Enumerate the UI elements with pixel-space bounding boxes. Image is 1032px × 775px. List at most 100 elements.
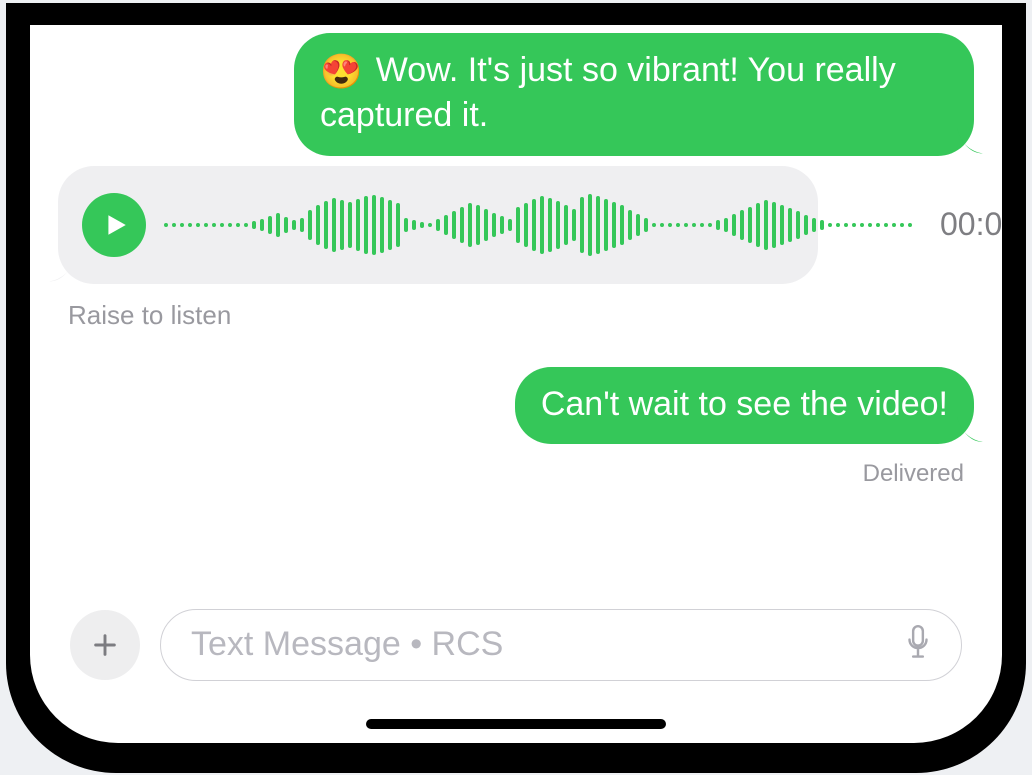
screen: 😍 Wow. It's just so vibrant! You really …: [30, 25, 1002, 743]
waveform-bar: [628, 210, 632, 240]
waveform-bar: [276, 213, 280, 237]
add-button[interactable]: [70, 610, 140, 680]
waveform-bar: [364, 196, 368, 254]
waveform-dot: [876, 223, 880, 227]
play-button[interactable]: [82, 193, 146, 257]
mic-icon: [903, 625, 933, 659]
waveform-bar: [572, 209, 576, 241]
waveform-bar: [332, 198, 336, 252]
waveform-bar: [372, 195, 376, 255]
waveform-dot: [692, 223, 696, 227]
waveform-dot: [892, 223, 896, 227]
waveform-bar: [588, 194, 592, 256]
waveform-dot: [196, 223, 200, 227]
waveform-bar: [356, 199, 360, 251]
waveform-dot: [204, 223, 208, 227]
waveform-bar: [748, 207, 752, 243]
waveform-bar: [348, 202, 352, 248]
waveform-dot: [212, 223, 216, 227]
waveform-dot: [700, 223, 704, 227]
waveform-bar: [772, 202, 776, 248]
waveform-dot: [236, 223, 240, 227]
composer-bar: Text Message • RCS: [30, 597, 1002, 689]
waveform-bar: [492, 213, 496, 237]
waveform-bar: [604, 199, 608, 251]
waveform-bar: [476, 205, 480, 245]
message-text: Can't wait to see the video!: [541, 385, 948, 423]
waveform-dot: [220, 223, 224, 227]
waveform-bar: [516, 207, 520, 243]
waveform-bar: [548, 198, 552, 252]
message-row: 😍 Wow. It's just so vibrant! You really …: [58, 33, 974, 156]
message-text: Wow. It's just so vibrant! You really ca…: [320, 51, 896, 135]
waveform-dot: [668, 223, 672, 227]
waveform-bar: [732, 214, 736, 236]
waveform-bar: [524, 203, 528, 247]
waveform-bar: [380, 197, 384, 253]
waveform-dot: [244, 223, 248, 227]
waveform-bar: [540, 196, 544, 254]
waveform-bar: [564, 205, 568, 245]
waveform-dot: [852, 223, 856, 227]
waveform-bar: [500, 216, 504, 234]
home-indicator[interactable]: [366, 719, 666, 729]
waveform-dot: [836, 223, 840, 227]
waveform-bar: [388, 200, 392, 250]
waveform-bar: [324, 201, 328, 249]
waveform-bar: [740, 210, 744, 240]
sent-bubble: Can't wait to see the video!: [515, 367, 974, 445]
waveform-dot: [660, 223, 664, 227]
audio-duration: 00:05: [940, 204, 1002, 245]
waveform-bar: [412, 220, 416, 230]
waveform-bar: [612, 202, 616, 248]
waveform-bar: [644, 218, 648, 232]
waveform-bar: [796, 211, 800, 239]
waveform-dot: [188, 223, 192, 227]
waveform-bar: [452, 211, 456, 239]
waveform-bar: [428, 223, 432, 227]
waveform-dot: [676, 223, 680, 227]
waveform-bar: [508, 219, 512, 231]
mic-button[interactable]: [903, 625, 933, 664]
waveform-dot: [868, 223, 872, 227]
message-row: Can't wait to see the video!: [58, 367, 974, 445]
sent-bubble: 😍 Wow. It's just so vibrant! You really …: [294, 33, 974, 156]
waveform-bar: [820, 220, 824, 230]
home-indicator-area: [30, 689, 1002, 743]
waveform-dot: [828, 223, 832, 227]
delivered-status: Delivered: [863, 460, 964, 488]
audio-bubble: 00:05: [58, 166, 818, 284]
messages-area[interactable]: 😍 Wow. It's just so vibrant! You really …: [30, 25, 1002, 597]
play-icon: [103, 212, 129, 238]
waveform-dot: [708, 223, 712, 227]
waveform-bar: [292, 220, 296, 230]
waveform-dot: [884, 223, 888, 227]
waveform-bar: [804, 215, 808, 235]
waveform-dot: [172, 223, 176, 227]
waveform-bar: [444, 215, 448, 235]
device-frame: 😍 Wow. It's just so vibrant! You really …: [6, 3, 1026, 773]
raise-to-listen-hint: Raise to listen: [68, 300, 974, 331]
waveform-bar: [788, 208, 792, 242]
waveform-bar: [460, 207, 464, 243]
waveform-bar: [812, 218, 816, 232]
waveform-bar: [532, 199, 536, 251]
waveform-bar: [468, 203, 472, 247]
waveform-dot: [164, 223, 168, 227]
status-row: Delivered: [58, 460, 964, 488]
waveform-bar: [580, 197, 584, 253]
waveform-bar: [268, 216, 272, 234]
audio-waveform[interactable]: [164, 190, 912, 260]
waveform-bar: [316, 205, 320, 245]
compose-field[interactable]: Text Message • RCS: [160, 609, 962, 681]
waveform-bar: [252, 221, 256, 229]
waveform-bar: [284, 217, 288, 233]
waveform-dot: [228, 223, 232, 227]
waveform-bar: [340, 200, 344, 250]
waveform-bar: [484, 209, 488, 241]
waveform-dot: [900, 223, 904, 227]
waveform-dot: [684, 223, 688, 227]
message-row: 00:05: [58, 166, 974, 284]
waveform-dot: [180, 223, 184, 227]
waveform-bar: [636, 214, 640, 236]
